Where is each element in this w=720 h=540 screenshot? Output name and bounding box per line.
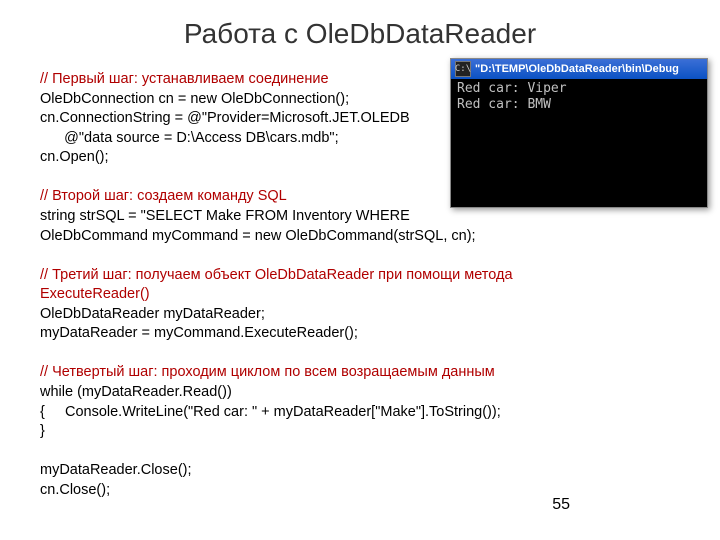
comment-step4: // Четвертый шаг: проходим циклом по все… [40, 364, 495, 380]
comment-step2: // Второй шаг: создаем команду SQL [40, 188, 287, 204]
comment-step1: // Первый шаг: устанавливаем соединение [40, 71, 329, 87]
console-output: Red car: Viper Red car: BMW [451, 79, 707, 116]
console-title-text: "D:\TEMP\OleDbDataReader\bin\Debug [475, 63, 679, 75]
code-line: myDataReader = myCommand.ExecuteReader()… [40, 325, 358, 341]
page-number: 55 [552, 496, 570, 514]
cmd-icon: C:\ [455, 61, 471, 77]
console-line: Red car: BMW [457, 97, 551, 112]
slide: Работа с OleDbDataReader // Первый шаг: … [0, 0, 720, 540]
console-titlebar: C:\ "D:\TEMP\OleDbDataReader\bin\Debug [451, 59, 707, 79]
code-line: } [40, 423, 45, 439]
comment-step3: // Третий шаг: получаем объект OleDbData… [40, 267, 513, 283]
code-line: { Console.WriteLine("Red car: " + myData… [40, 404, 501, 420]
console-line: Red car: Viper [457, 81, 567, 96]
code-line: OleDbConnection cn = new OleDbConnection… [40, 91, 349, 107]
code-line: while (myDataReader.Read()) [40, 384, 232, 400]
code-line: string strSQL = "SELECT Make FROM Invent… [40, 208, 410, 224]
code-line: myDataReader.Close(); [40, 462, 192, 478]
slide-title: Работа с OleDbDataReader [40, 18, 680, 50]
comment-step3b: ExecuteReader() [40, 286, 150, 302]
code-line: OleDbCommand myCommand = new OleDbComman… [40, 228, 476, 244]
code-line: cn.ConnectionString = @"Provider=Microso… [40, 110, 410, 126]
console-window: C:\ "D:\TEMP\OleDbDataReader\bin\Debug R… [450, 58, 708, 208]
code-line: @"data source = D:\Access DB\cars.mdb"; [40, 130, 339, 146]
code-line: cn.Open(); [40, 149, 109, 165]
code-line: cn.Close(); [40, 482, 110, 498]
code-line: OleDbDataReader myDataReader; [40, 306, 265, 322]
